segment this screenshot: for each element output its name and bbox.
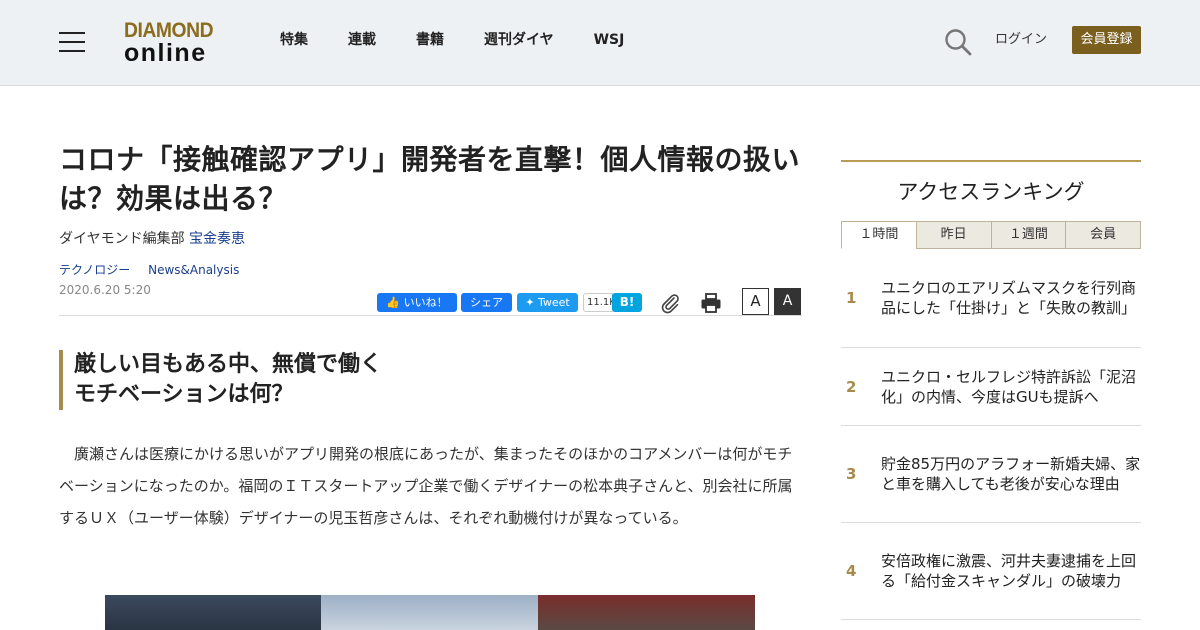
rank-headline: 安倍政権に激震、河井夫妻逮捕を上回る「給付金スキャンダル」の破壊力 — [881, 552, 1137, 590]
tweet-label: Tweet — [537, 296, 570, 309]
logo-line1: DIAMOND — [124, 19, 214, 42]
ranking-title: アクセスランキング — [897, 180, 1085, 204]
rank-number: 2 — [846, 377, 857, 396]
article: コロナ「接触確認アプリ」開発者を直撃！個人情報の扱いは？効果は出る？ ダイヤモン… — [59, 140, 802, 534]
section-heading: 厳しい目もある中、無償で働く モチベーションは何？ — [59, 350, 802, 410]
tab-yesterday[interactable]: 昨日 — [915, 221, 992, 249]
ranking-tabs: １時間 昨日 １週間 会員 — [841, 221, 1141, 249]
bird-icon: ✦ — [525, 296, 535, 309]
section-heading-line2: モチベーションは何？ — [74, 382, 294, 407]
nav-books[interactable]: 書籍 — [416, 30, 444, 50]
nav-weekly-diamond[interactable]: 週刊ダイヤ — [484, 30, 554, 50]
tweet-count: 11.1K — [583, 293, 616, 312]
nav-feature[interactable]: 特集 — [280, 30, 308, 50]
font-size-small-button[interactable]: A — [742, 288, 769, 315]
menu-icon[interactable] — [59, 32, 85, 52]
facebook-like-label: いいね！ — [403, 296, 448, 309]
rank-number: 3 — [846, 465, 857, 483]
clip-icon[interactable] — [659, 292, 681, 314]
ranking-divider — [841, 160, 1141, 162]
ranking-item[interactable]: 4 安倍政権に激震、河井夫妻逮捕を上回る「給付金スキャンダル」の破壊力 — [841, 523, 1141, 620]
facebook-like-button[interactable]: 👍 いいね！ — [377, 293, 457, 312]
nav-series[interactable]: 連載 — [348, 30, 376, 50]
font-size-large-button[interactable]: A — [774, 288, 801, 315]
byline-org: ダイヤモンド編集部 — [59, 231, 185, 247]
access-ranking: アクセスランキング １時間 昨日 １週間 会員 1 ユニクロのエアリズムマスクを… — [841, 160, 1141, 620]
ranking-item[interactable]: 1 ユニクロのエアリズムマスクを行列商品にした「仕掛け」と「失敗の教訓」 — [841, 249, 1141, 348]
search-icon[interactable] — [944, 28, 972, 56]
article-title: コロナ「接触確認アプリ」開発者を直撃！個人情報の扱いは？効果は出る？ — [59, 143, 801, 215]
rank-number: 4 — [846, 562, 857, 580]
login-link[interactable]: ログイン — [995, 31, 1047, 49]
photo-panel-right — [538, 595, 755, 630]
site-header: DIAMOND online 特集 連載 書籍 週刊ダイヤ WSJ ログイン 会… — [0, 0, 1200, 86]
rank-headline: 貯金85万円のアラフォー新婚夫婦、家と車を購入しても老後が安心な理由 — [881, 455, 1141, 493]
tab-1-week[interactable]: １週間 — [990, 221, 1067, 249]
tag-technology[interactable]: テクノロジー — [59, 263, 130, 277]
photo-panel-center — [321, 595, 538, 630]
facebook-share-button[interactable]: シェア — [461, 293, 512, 312]
logo-line2: online — [124, 39, 207, 67]
article-paragraph: 廣瀬さんは医療にかける思いがアプリ開発の根底にあったが、集まったそのほかのコアメ… — [59, 445, 793, 527]
rank-headline: ユニクロ・セルフレジ特許訴訟「泥沼化」の内情、今度はGUも提訴へ — [881, 367, 1137, 406]
hatena-bookmark-button[interactable]: B! — [612, 293, 642, 312]
article-photo — [105, 595, 755, 630]
photo-panel-left — [105, 595, 321, 630]
tag-news-analysis[interactable]: News&Analysis — [148, 263, 239, 277]
author-link[interactable]: 宝金奏恵 — [189, 231, 245, 247]
print-icon[interactable] — [700, 292, 722, 314]
ranking-item[interactable]: 3 貯金85万円のアラフォー新婚夫婦、家と車を購入しても老後が安心な理由 — [841, 426, 1141, 523]
nav-wsj[interactable]: WSJ — [594, 30, 625, 50]
publish-date: 2020.6.20 5:20 — [59, 283, 151, 297]
rank-number: 1 — [846, 289, 857, 307]
site-logo[interactable]: DIAMOND online — [124, 20, 228, 66]
tab-1-hour[interactable]: １時間 — [841, 221, 917, 249]
ranking-item[interactable]: 2 ユニクロ・セルフレジ特許訴訟「泥沼化」の内情、今度はGUも提訴へ — [841, 348, 1141, 426]
section-heading-line1: 厳しい目もある中、無償で働く — [74, 352, 383, 377]
rank-headline: ユニクロのエアリズムマスクを行列商品にした「仕掛け」と「失敗の教訓」 — [881, 279, 1137, 317]
meta-row: 2020.6.20 5:20 👍 いいね！ シェア ✦ Tweet 11.1K … — [59, 280, 802, 316]
tab-members[interactable]: 会員 — [1065, 221, 1141, 249]
main-nav: 特集 連載 書籍 週刊ダイヤ WSJ — [280, 30, 664, 50]
tag-list: テクノロジー News&Analysis — [59, 262, 802, 278]
register-button[interactable]: 会員登録 — [1072, 26, 1141, 54]
tweet-button[interactable]: ✦ Tweet — [517, 293, 578, 312]
byline: ダイヤモンド編集部 宝金奏恵 — [59, 229, 802, 249]
thumbs-up-icon: 👍 — [386, 296, 401, 309]
